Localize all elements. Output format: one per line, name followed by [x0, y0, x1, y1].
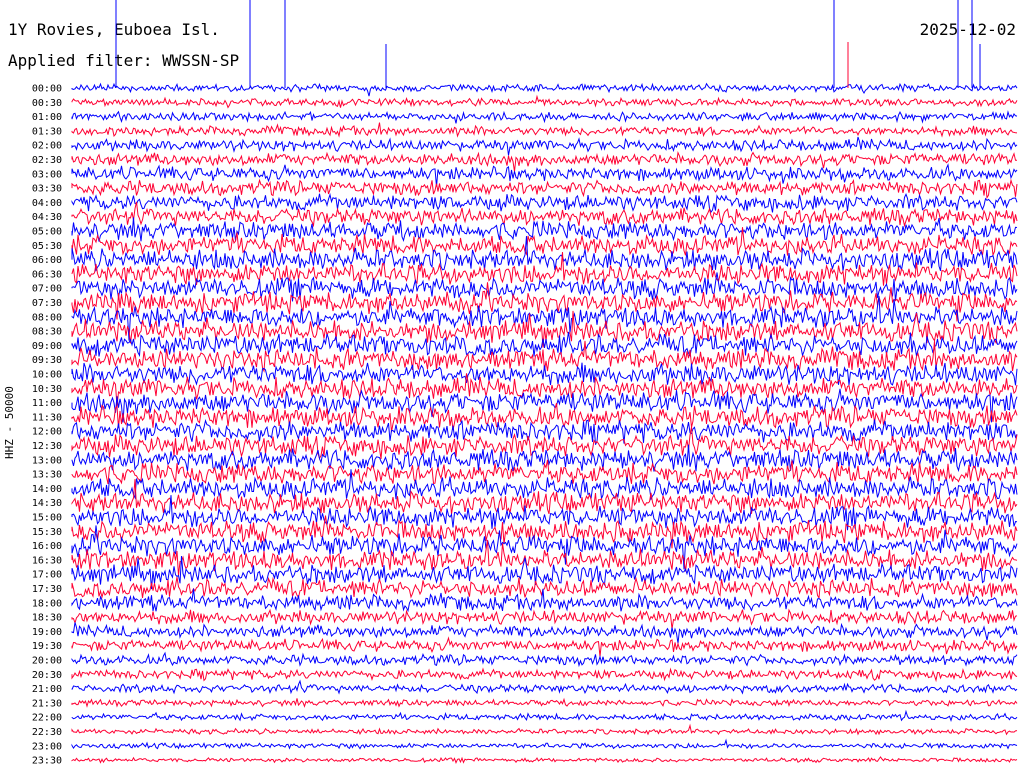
trace-row [71, 110, 1018, 124]
row-time-label: 02:00 [32, 141, 62, 152]
row-time-label: 04:00 [32, 198, 62, 209]
row-time-label: 18:30 [32, 613, 62, 624]
trace-row [71, 236, 1018, 272]
row-time-label: 16:30 [32, 555, 62, 566]
row-time-label: 12:30 [32, 441, 62, 452]
row-time-label: 03:30 [32, 184, 62, 195]
row-time-label: 07:00 [32, 284, 62, 295]
trace-row [71, 178, 1018, 200]
row-time-label: 15:00 [32, 513, 62, 524]
row-time-label: 19:30 [32, 641, 62, 652]
row-time-label: 01:00 [32, 112, 62, 123]
row-time-label: 10:30 [32, 384, 62, 395]
row-time-label: 04:30 [32, 212, 62, 223]
trace-row [71, 82, 1018, 97]
trace-row [71, 122, 1018, 138]
trace-row [71, 608, 1018, 630]
row-time-label: 10:00 [32, 370, 62, 381]
row-time-label: 17:00 [32, 570, 62, 581]
row-time-label: 06:00 [32, 255, 62, 266]
row-time-label: 22:00 [32, 713, 62, 724]
trace-row [71, 163, 1018, 187]
row-time-label: 19:00 [32, 627, 62, 638]
row-time-label: 08:30 [32, 327, 62, 338]
trace-row [71, 150, 1017, 172]
row-time-label: 11:00 [32, 398, 62, 409]
row-time-label: 05:30 [32, 241, 62, 252]
row-time-label: 08:00 [32, 312, 62, 323]
trace-row [71, 738, 1018, 750]
row-time-label: 21:00 [32, 684, 62, 695]
trace-row [71, 622, 1018, 644]
row-time-label: 13:30 [32, 470, 62, 481]
row-time-label: 07:30 [32, 298, 62, 309]
trace-row [71, 588, 1018, 613]
row-time-label: 15:30 [32, 527, 62, 538]
row-time-label: 14:00 [32, 484, 62, 495]
row-time-label: 17:30 [32, 584, 62, 595]
row-time-label: 16:00 [32, 541, 62, 552]
row-time-label: 05:00 [32, 227, 62, 238]
trace-row [71, 362, 1018, 386]
row-time-label: 03:00 [32, 169, 62, 180]
row-time-label: 22:30 [32, 727, 62, 738]
trace-row [71, 723, 1018, 736]
row-time-label: 23:00 [32, 741, 62, 752]
row-time-label: 11:30 [32, 412, 62, 423]
row-time-label: 20:30 [32, 670, 62, 681]
helicorder-plot: 00:00 00:30 01:00 01:30 02:00 02:30 03:00 03:30… [32, 0, 1018, 767]
trace-row [71, 576, 1018, 600]
row-time-label: 14:30 [32, 498, 62, 509]
row-time-label: 00:30 [32, 98, 62, 109]
trace-row [71, 667, 1018, 683]
row-time-label: 23:30 [32, 756, 62, 767]
trace-row [71, 636, 1018, 657]
trace-row [71, 192, 1018, 214]
trace-row [71, 136, 1018, 156]
trace-row [71, 217, 1018, 242]
trace-row [71, 697, 1018, 708]
trace-row [71, 756, 1018, 765]
row-time-label: 12:00 [32, 427, 62, 438]
trace-row [71, 540, 1018, 576]
trace-row [71, 331, 1018, 358]
row-time-label: 09:30 [32, 355, 62, 366]
trace-row [71, 679, 1018, 695]
row-time-label: 00:00 [32, 84, 62, 95]
row-time-label: 02:30 [32, 155, 62, 166]
row-time-label: 09:00 [32, 341, 62, 352]
trace-row [71, 459, 1018, 485]
trace-row [71, 469, 1018, 501]
trace-row [71, 651, 1018, 668]
row-time-label: 18:00 [32, 598, 62, 609]
trace-row [71, 709, 1018, 722]
row-time-label: 20:00 [32, 656, 62, 667]
row-time-label: 06:30 [32, 269, 62, 280]
row-time-label: 01:30 [32, 126, 62, 137]
row-time-label: 13:00 [32, 455, 62, 466]
row-time-label: 21:30 [32, 698, 62, 709]
trace-group [71, 0, 1018, 765]
tick-labels: 00:00 00:30 01:00 01:30 02:00 02:30 03:00 03:30… [32, 84, 62, 767]
trace-row [71, 94, 1018, 109]
